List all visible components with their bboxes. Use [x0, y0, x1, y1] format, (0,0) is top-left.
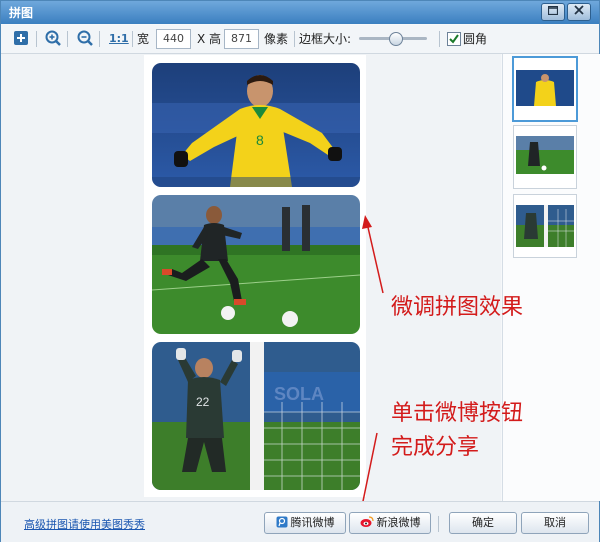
annotation-fine-tune: 微调拼图效果: [391, 295, 524, 320]
ok-button[interactable]: 确定: [449, 512, 517, 534]
tencent-weibo-button[interactable]: 腾讯微博: [264, 512, 346, 534]
sina-weibo-button[interactable]: 新浪微博: [349, 512, 431, 534]
advanced-collage-link[interactable]: 高级拼图请使用美图秀秀: [24, 516, 145, 532]
cancel-button[interactable]: 取消: [521, 512, 589, 534]
collage-window: 拼图 1:1 宽 440 X 高 871 像素 边框大小: 圆角 8 SOLA …: [0, 0, 600, 542]
tencent-weibo-icon: [276, 516, 287, 528]
annotation-arrows: [356, 215, 384, 519]
sina-weibo-label: 新浪微博: [376, 516, 421, 529]
annotation-share-line2: 完成分享: [391, 435, 480, 460]
footer-bar: 高级拼图请使用美图秀秀 腾讯微博 新浪微博 确定 取消: [1, 501, 599, 542]
footer-divider: [438, 516, 439, 532]
tencent-weibo-label: 腾讯微博: [290, 516, 335, 529]
annotation-share-line1: 单击微博按钮: [391, 401, 524, 426]
sina-weibo-icon: [360, 516, 374, 527]
